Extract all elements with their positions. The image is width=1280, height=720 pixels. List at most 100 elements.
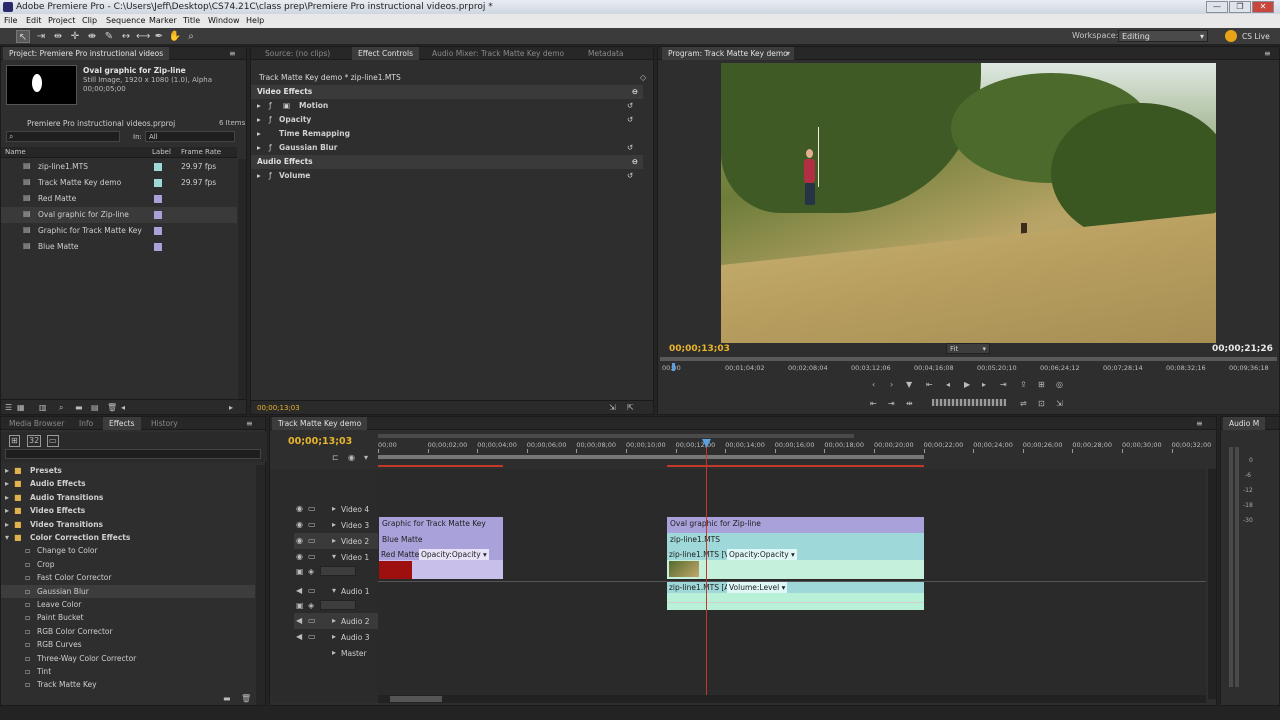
set-marker-icon[interactable]: ◉: [348, 453, 355, 463]
32-bit-effects-icon[interactable]: 32: [27, 435, 42, 447]
tab-history[interactable]: History: [145, 417, 184, 430]
lock-icon[interactable]: ▭: [308, 536, 316, 546]
effects-folder-open[interactable]: ▾ ■ Color Correction Effects: [1, 531, 255, 544]
timeline-vertical-scrollbar[interactable]: [1208, 469, 1216, 699]
play-in-to-out-icon[interactable]: ⇹: [906, 399, 913, 409]
expand-icon[interactable]: ▸: [257, 141, 261, 155]
clip-blue-matte[interactable]: Blue Matte: [379, 533, 503, 549]
close-button[interactable]: ✕: [1252, 1, 1274, 13]
menu-edit[interactable]: Edit: [26, 14, 42, 28]
speaker-icon[interactable]: ◀: [296, 616, 302, 626]
clip-zip-line-v1-fx[interactable]: Opacity:Opacity ▾: [727, 549, 797, 560]
tab-metadata[interactable]: Metadata: [582, 47, 630, 60]
label-color-swatch[interactable]: [154, 211, 162, 219]
lift-icon[interactable]: ⇪: [1020, 380, 1027, 390]
effect-item[interactable]: ▫ RGB Curves: [1, 638, 255, 651]
eye-icon[interactable]: ◉: [296, 536, 303, 546]
slip-tool-icon[interactable]: ↔: [119, 30, 133, 43]
tab-effects[interactable]: Effects: [103, 417, 141, 430]
yuv-effects-icon[interactable]: ▭: [47, 435, 59, 447]
menu-clip[interactable]: Clip: [82, 14, 97, 28]
fx-icon[interactable]: ƒ: [269, 169, 272, 183]
effects-folder[interactable]: ▸ ■ Audio Transitions: [1, 491, 255, 504]
tab-program[interactable]: Program: Track Matte Key demo: [662, 47, 794, 60]
label-color-swatch[interactable]: [154, 243, 162, 251]
menu-project[interactable]: Project: [48, 14, 75, 28]
pen-tool-icon[interactable]: ✒: [152, 30, 166, 43]
tab-sequence[interactable]: Track Matte Key demo: [272, 417, 368, 430]
mark-in-icon[interactable]: ‹: [872, 380, 875, 390]
eye-icon[interactable]: ◉: [296, 552, 303, 562]
label-color-swatch[interactable]: [154, 227, 162, 235]
expand-icon[interactable]: ▸: [5, 506, 9, 516]
effects-folder[interactable]: ▸ ■ Video Transitions: [1, 518, 255, 531]
fit-select[interactable]: Fit ▾: [946, 343, 990, 354]
effect-item[interactable]: ▫ Track Matte Key: [1, 678, 255, 691]
lock-icon[interactable]: ▭: [308, 616, 316, 626]
rate-stretch-tool-icon[interactable]: ⇼: [85, 30, 99, 43]
lock-icon[interactable]: ▭: [308, 632, 316, 642]
step-forward-icon[interactable]: ▸: [982, 380, 986, 390]
list-view-icon[interactable]: ☰: [5, 403, 12, 413]
selection-tool-icon[interactable]: ↖: [16, 30, 30, 43]
ripple-edit-tool-icon[interactable]: ⇹: [51, 30, 65, 43]
razor-tool-icon[interactable]: ✎: [102, 30, 116, 43]
eye-icon[interactable]: ◉: [296, 520, 303, 530]
tab-project[interactable]: Project: Premiere Pro instructional vide…: [3, 47, 170, 60]
clip-red-matte[interactable]: Red Matte Opacity:Opacity ▾: [379, 549, 503, 579]
menu-marker[interactable]: Marker: [149, 14, 177, 28]
display-style-icon[interactable]: ▣: [296, 567, 304, 577]
zoom-tool-icon[interactable]: ⌕: [184, 30, 198, 43]
column-label[interactable]: Label: [152, 148, 171, 156]
timeline-timecode[interactable]: 00;00;13;03: [288, 436, 352, 447]
trim-icon[interactable]: ⇱: [627, 403, 634, 413]
effect-item[interactable]: ▫ Tint: [1, 665, 255, 678]
effect-item[interactable]: ▫ RGB Color Corrector: [1, 625, 255, 638]
loop-icon[interactable]: ⇌: [1020, 399, 1027, 409]
hand-tool-icon[interactable]: ✋: [168, 30, 182, 43]
lock-icon[interactable]: ▭: [308, 504, 316, 514]
speaker-icon[interactable]: ◀: [296, 586, 302, 596]
workspace-select[interactable]: Editing ▾: [1118, 30, 1208, 42]
effects-folder[interactable]: ▸ ■ Video Effects: [1, 504, 255, 517]
effect-item[interactable]: ▫ Crop: [1, 558, 255, 571]
clip-graphic-for-track-matte-key[interactable]: Graphic for Track Matte Key: [379, 517, 503, 533]
icon-view-icon[interactable]: ▦: [17, 403, 25, 413]
scroll-right-icon[interactable]: ▸: [229, 403, 233, 413]
expand-icon[interactable]: ▸: [332, 616, 336, 626]
effect-item[interactable]: ▫ Fast Color Corrector: [1, 571, 255, 584]
scroll-thumb[interactable]: [390, 696, 442, 702]
project-item[interactable]: ▤ Red Matte: [1, 191, 237, 207]
reset-icon[interactable]: ↺: [627, 141, 633, 155]
automate-icon[interactable]: ▥: [39, 403, 47, 413]
speaker-icon[interactable]: ◀: [296, 632, 302, 642]
project-search-input[interactable]: ⌕: [6, 131, 120, 142]
menu-help[interactable]: Help: [246, 14, 264, 28]
go-to-in-icon[interactable]: ⇤: [926, 380, 933, 390]
fx-icon[interactable]: ƒ: [269, 141, 272, 155]
rolling-edit-tool-icon[interactable]: ✛: [68, 30, 82, 43]
fx-icon[interactable]: ƒ: [269, 113, 272, 127]
expand-icon[interactable]: ▸: [5, 493, 9, 503]
expand-icon[interactable]: ▸: [332, 520, 336, 530]
new-item-icon[interactable]: ▤: [91, 403, 99, 413]
label-color-swatch[interactable]: [154, 195, 162, 203]
expand-icon[interactable]: ▸: [257, 113, 261, 127]
program-current-timecode[interactable]: 00;00;13;03: [669, 344, 730, 354]
show-timeline-icon[interactable]: ◇: [640, 73, 646, 83]
panel-menu-icon[interactable]: ≡: [229, 49, 236, 59]
timeline-horizontal-scrollbar[interactable]: [378, 695, 1206, 703]
effect-item[interactable]: ▫ Paint Bucket: [1, 611, 255, 624]
safe-margins-icon[interactable]: ⊡: [1038, 399, 1045, 409]
project-item[interactable]: ▤ zip-line1.MTS 29.97 fps: [1, 159, 237, 175]
lock-icon[interactable]: ▭: [308, 586, 316, 596]
effects-folder[interactable]: ▸ ■ Audio Effects: [1, 477, 255, 490]
effect-item[interactable]: ▫ Three-Way Color Corrector: [1, 652, 255, 665]
work-area-bar[interactable]: [378, 455, 924, 459]
step-back-icon[interactable]: ◂: [946, 380, 950, 390]
expand-icon[interactable]: ▸: [5, 479, 9, 489]
collapse-icon[interactable]: ▾: [5, 533, 9, 543]
column-name[interactable]: Name: [5, 148, 26, 156]
snap-icon[interactable]: ⊏: [332, 453, 339, 463]
project-item[interactable]: ▤ Oval graphic for Zip-line: [1, 207, 237, 223]
